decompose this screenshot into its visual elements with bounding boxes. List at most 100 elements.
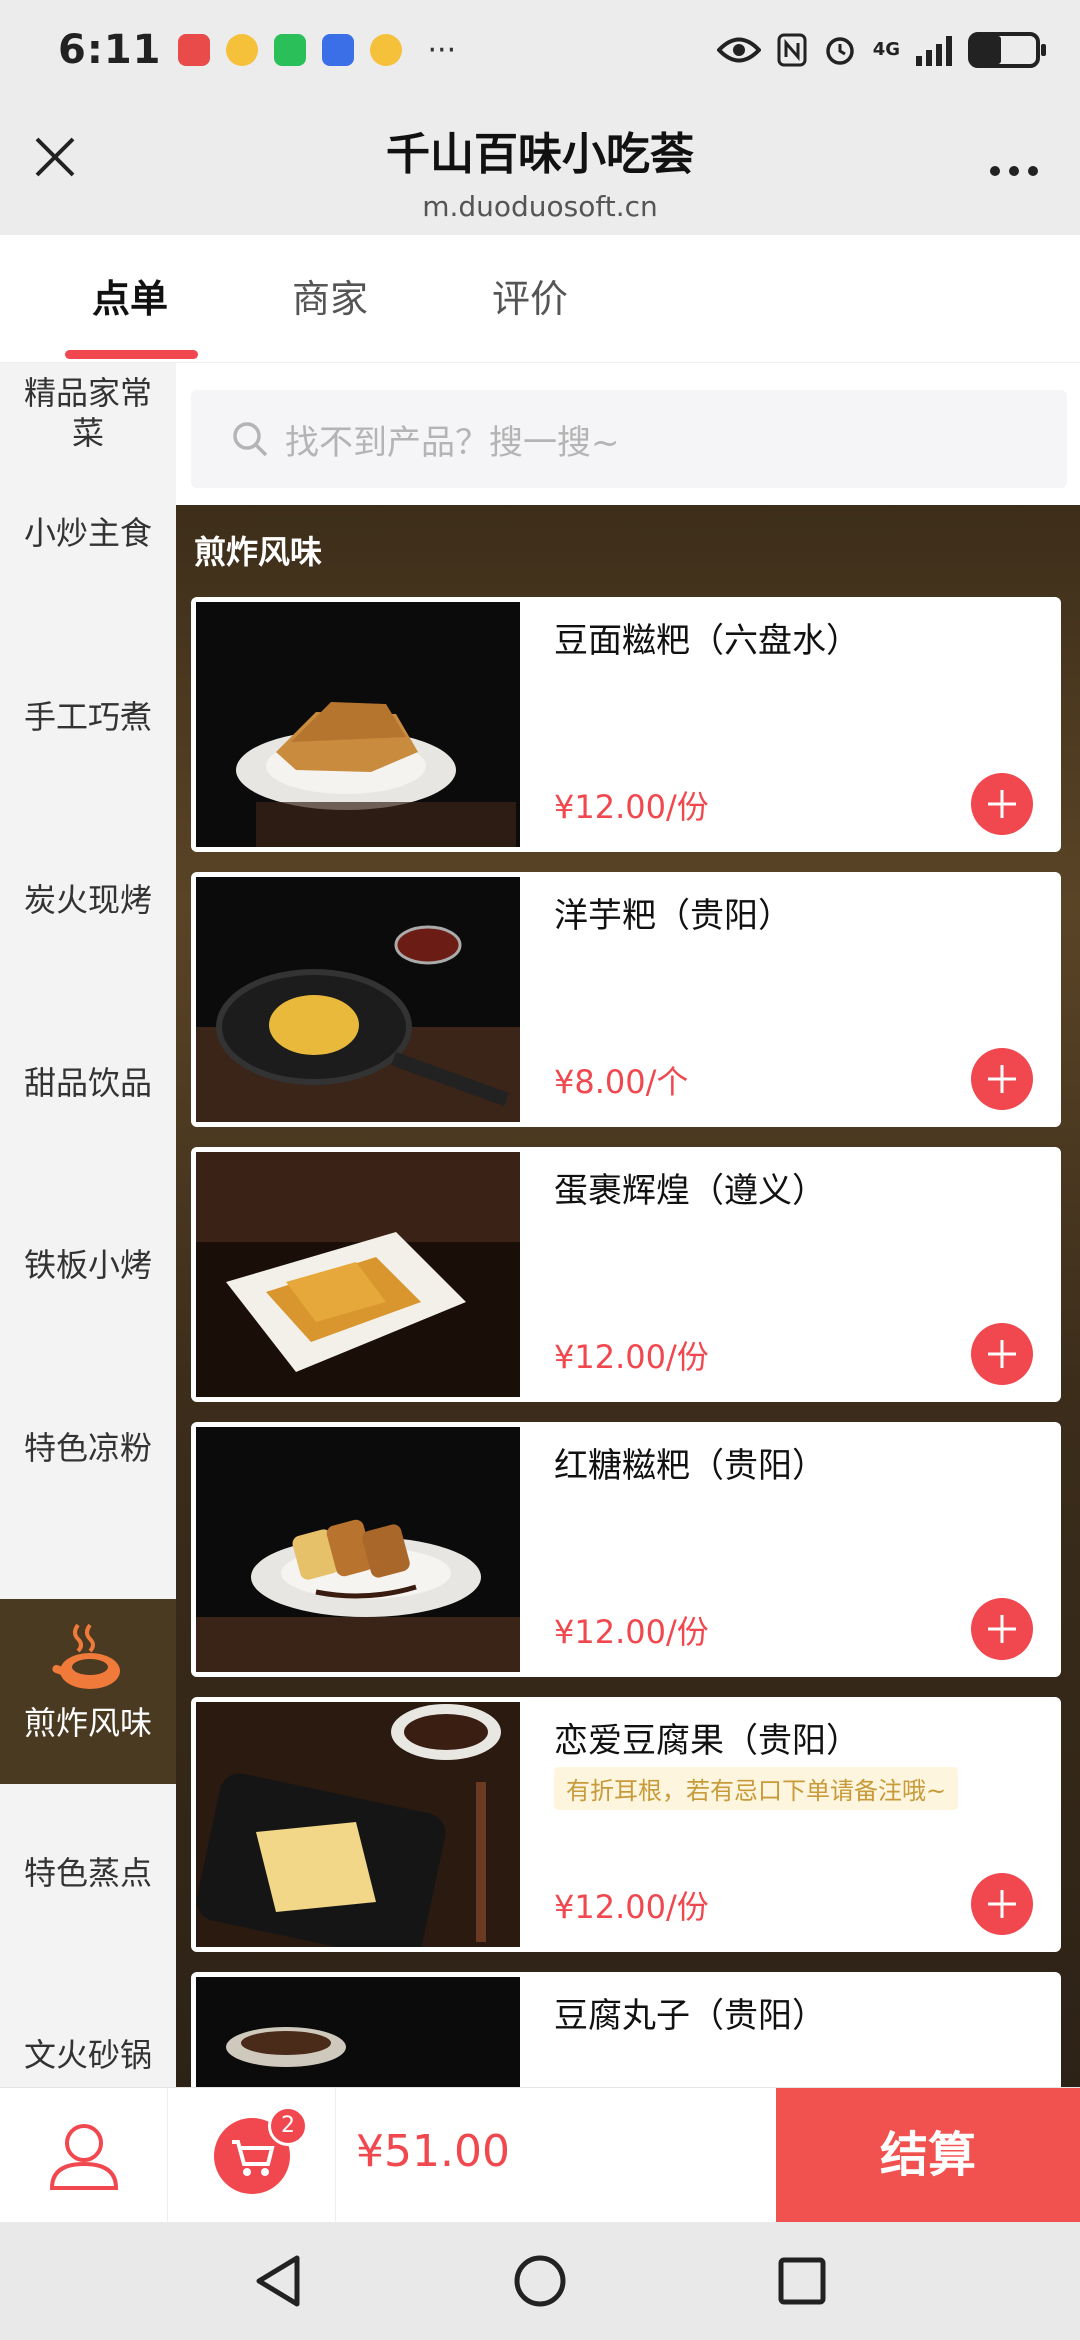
add-to-cart-button[interactable] — [971, 1873, 1033, 1935]
eye-icon — [716, 37, 761, 63]
sidebar-item-label: 特色凉粉 — [23, 1429, 152, 1467]
tab-order[interactable]: 点单 — [30, 235, 230, 363]
product-name: 豆面糍粑（六盘水） — [554, 621, 860, 661]
product-card[interactable]: 蛋裹辉煌（遵义） ¥12.00/份 — [191, 1147, 1061, 1402]
product-price: ¥12.00/份 — [554, 1613, 709, 1651]
cart-count-badge: 2 — [268, 2106, 308, 2146]
wechat-app-icon — [273, 34, 306, 66]
nfc-icon — [777, 33, 807, 67]
product-card[interactable]: 红糖糍粑（贵阳） ¥12.00/份 — [191, 1422, 1061, 1677]
product-image — [196, 877, 520, 1122]
active-tab-indicator — [65, 349, 198, 359]
sidebar-item-liangfen[interactable]: 特色凉粉 — [0, 1428, 176, 1468]
book-app-icon — [177, 34, 210, 66]
sidebar-item-teppan[interactable]: 铁板小烤 — [0, 1245, 176, 1285]
sidebar-item-label: 小炒主食 — [23, 514, 152, 552]
weibo-app-icon-2 — [369, 34, 402, 66]
checkout-button[interactable]: 结算 — [776, 2088, 1080, 2223]
sidebar-item-label: 精品家常菜 — [23, 374, 152, 452]
system-navigation-bar — [0, 2222, 1080, 2340]
tab-label: 点单 — [91, 276, 168, 321]
more-notifications-icon: ··· — [427, 32, 457, 68]
add-to-cart-button[interactable] — [971, 1048, 1033, 1110]
product-name: 豆腐丸子（贵阳） — [554, 1996, 826, 2036]
recents-icon[interactable] — [777, 2256, 827, 2306]
status-bar: 6:11 ··· 4G — [0, 0, 1080, 100]
tab-reviews[interactable]: 评价 — [430, 235, 630, 363]
sidebar-item-fried[interactable]: 煎炸风味 — [0, 1599, 176, 1784]
battery-icon — [968, 32, 1046, 68]
sidebar-item-label: 手工巧煮 — [23, 698, 152, 736]
back-icon[interactable] — [253, 2254, 303, 2308]
plus-icon — [988, 790, 1016, 818]
tab-label: 评价 — [491, 276, 568, 321]
sidebar-item-label: 特色蒸点 — [23, 1854, 152, 1892]
product-image — [196, 602, 520, 847]
home-icon[interactable] — [513, 2254, 567, 2308]
product-image — [196, 1152, 520, 1397]
title-block: 千山百味小吃荟 m.duoduosoft.cn — [0, 118, 1080, 223]
search-placeholder: 找不到产品？搜一搜~ — [285, 422, 620, 463]
product-price: ¥8.00/个 — [554, 1063, 689, 1101]
product-image — [196, 1977, 520, 2087]
plus-icon — [988, 1340, 1016, 1368]
alarm-icon — [825, 37, 854, 65]
sidebar-item-steamed[interactable]: 特色蒸点 — [0, 1853, 176, 1893]
search-input[interactable]: 找不到产品？搜一搜~ — [191, 390, 1067, 488]
page-title: 千山百味小吃荟 — [386, 129, 694, 180]
cart-bar: 2 ¥51.00 结算 — [0, 2087, 1080, 2223]
sidebar-item-label: 甜品饮品 — [23, 1064, 152, 1102]
product-name: 红糖糍粑（贵阳） — [554, 1446, 826, 1486]
product-price: ¥12.00/份 — [554, 788, 709, 826]
tab-bar: 点单 商家 评价 — [0, 235, 1080, 363]
sidebar-item-label: 炭火现烤 — [23, 881, 152, 919]
weibo-app-icon — [225, 34, 258, 66]
category-sidebar: 精品家常菜 小炒主食 手工巧煮 炭火现烤 甜品饮品 铁板小烤 特色凉粉 煎炸风味… — [0, 363, 176, 2087]
more-options-button[interactable] — [988, 142, 1040, 188]
voice-app-icon — [321, 34, 354, 66]
sidebar-item-xiaochao[interactable]: 小炒主食 — [0, 513, 176, 553]
user-icon — [49, 2124, 119, 2190]
tab-label: 商家 — [291, 276, 368, 321]
product-image — [196, 1702, 520, 1947]
user-center-button[interactable] — [0, 2088, 168, 2223]
sidebar-item-label: 煎炸风味 — [23, 1704, 152, 1742]
webview-title-bar: 千山百味小吃荟 m.duoduosoft.cn — [0, 100, 1080, 235]
system-icons: 4G — [716, 32, 1046, 68]
sidebar-item-claypot[interactable]: 文火砂锅 — [0, 2035, 176, 2075]
sidebar-item-charcoal[interactable]: 炭火现烤 — [0, 880, 176, 920]
sidebar-item-label: 铁板小烤 — [23, 1246, 152, 1284]
status-time: 6:11 — [58, 27, 162, 73]
product-note: 有折耳根，若有忌口下单请备注哦~ — [554, 1767, 959, 1810]
add-to-cart-button[interactable] — [971, 1598, 1033, 1660]
product-name: 蛋裹辉煌（遵义） — [554, 1171, 826, 1211]
product-price: ¥12.00/份 — [554, 1888, 709, 1926]
plus-icon — [988, 1615, 1016, 1643]
signal-icon — [916, 34, 952, 66]
category-section: 煎炸风味 豆面糍粑（六盘水） ¥12.00/份 洋芋粑（贵阳） ¥8.00/个 … — [176, 505, 1080, 2087]
fried-food-icon — [48, 1619, 128, 1699]
product-card[interactable]: 恋爱豆腐果（贵阳） 有折耳根，若有忌口下单请备注哦~ ¥12.00/份 — [191, 1697, 1061, 1952]
sidebar-item-label: 文火砂锅 — [23, 2036, 152, 2074]
sidebar-item-home-dishes[interactable]: 精品家常菜 — [0, 373, 176, 453]
category-heading: 煎炸风味 — [194, 533, 323, 571]
product-card[interactable]: 豆面糍粑（六盘水） ¥12.00/份 — [191, 597, 1061, 852]
notification-icons: ··· — [177, 32, 457, 68]
more-icon — [990, 166, 1038, 176]
product-name: 恋爱豆腐果（贵阳） — [554, 1721, 860, 1761]
add-to-cart-button[interactable] — [971, 1323, 1033, 1385]
sidebar-item-desserts[interactable]: 甜品饮品 — [0, 1063, 176, 1103]
plus-icon — [988, 1065, 1016, 1093]
plus-icon — [988, 1890, 1016, 1918]
product-price: ¥12.00/份 — [554, 1338, 709, 1376]
cart-total: ¥51.00 — [356, 2126, 510, 2177]
tab-merchant[interactable]: 商家 — [230, 235, 430, 363]
product-name: 洋芋粑（贵阳） — [554, 896, 792, 936]
cart-button[interactable]: 2 — [168, 2088, 336, 2223]
sidebar-item-handmade[interactable]: 手工巧煮 — [0, 697, 176, 737]
product-card[interactable]: 豆腐丸子（贵阳） — [191, 1972, 1061, 2087]
search-icon — [233, 422, 268, 457]
product-image — [196, 1427, 520, 1672]
product-card[interactable]: 洋芋粑（贵阳） ¥8.00/个 — [191, 872, 1061, 1127]
add-to-cart-button[interactable] — [971, 773, 1033, 835]
